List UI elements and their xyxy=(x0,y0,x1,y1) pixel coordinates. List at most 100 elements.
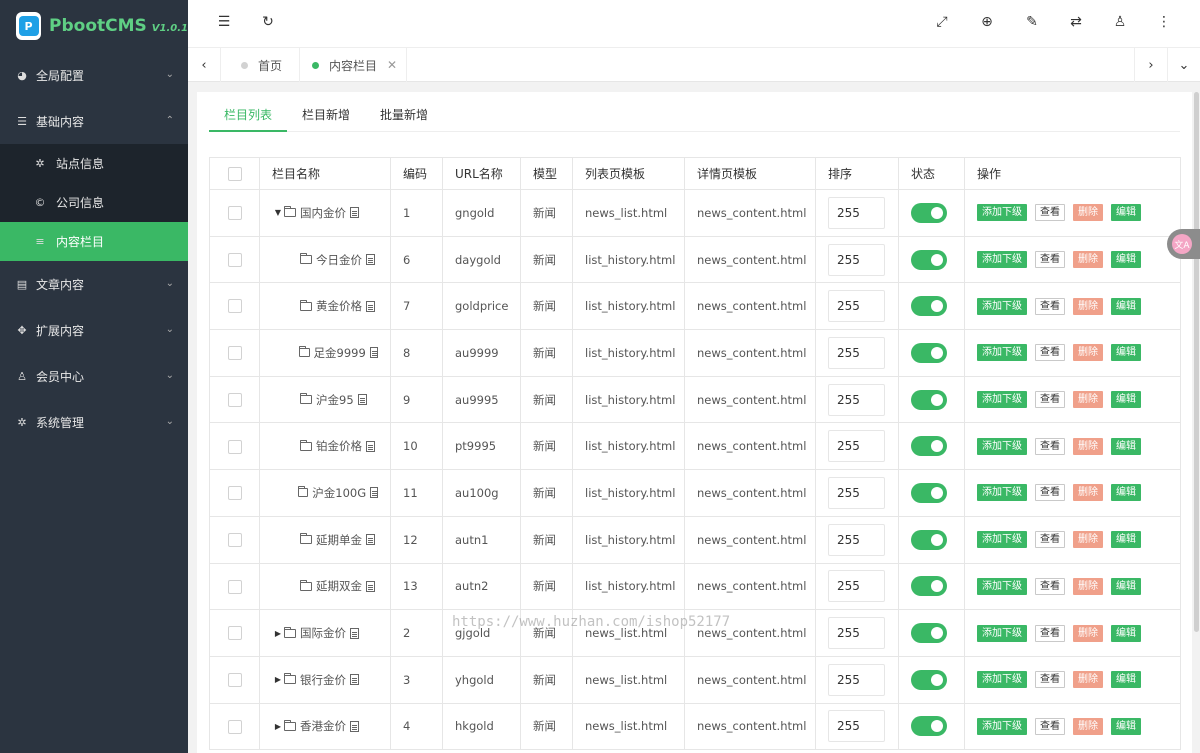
edit-button[interactable]: 编辑 xyxy=(1111,251,1141,269)
view-button[interactable]: 查看 xyxy=(1035,577,1065,595)
translate-float-button[interactable]: 文A xyxy=(1167,229,1200,259)
view-button[interactable]: 查看 xyxy=(1035,717,1065,735)
row-checkbox[interactable] xyxy=(227,439,242,454)
row-checkbox[interactable] xyxy=(227,392,242,407)
tab-column-list[interactable]: 栏目列表 xyxy=(209,92,287,132)
status-toggle[interactable] xyxy=(911,482,947,503)
row-checkbox[interactable] xyxy=(227,626,242,641)
delete-button[interactable]: 删除 xyxy=(1073,344,1103,362)
sort-input[interactable]: 255 xyxy=(828,663,885,696)
delete-button[interactable]: 删除 xyxy=(1073,484,1103,502)
delete-button[interactable]: 删除 xyxy=(1073,577,1103,595)
add-child-button[interactable]: 添加下级 xyxy=(977,624,1027,642)
row-checkbox[interactable] xyxy=(227,346,242,361)
status-toggle[interactable] xyxy=(911,669,947,690)
sort-input[interactable]: 255 xyxy=(828,196,885,229)
status-toggle[interactable] xyxy=(911,342,947,363)
user-icon[interactable]: ♙ xyxy=(1110,14,1130,30)
edit-button[interactable]: 编辑 xyxy=(1111,204,1141,222)
logo[interactable]: P PbootCMS V1.0.1 xyxy=(0,0,188,52)
more-icon[interactable]: ⋮ xyxy=(1154,14,1174,30)
status-toggle[interactable] xyxy=(911,436,947,457)
delete-button[interactable]: 删除 xyxy=(1073,717,1103,735)
page-scrollbar[interactable] xyxy=(1193,92,1200,632)
edit-button[interactable]: 编辑 xyxy=(1111,717,1141,735)
status-toggle[interactable] xyxy=(911,529,947,550)
caret-right-icon[interactable]: ▶ xyxy=(272,722,284,731)
scrollbar-thumb[interactable] xyxy=(1194,92,1199,632)
clear-cache-icon[interactable]: ✎ xyxy=(1022,14,1042,30)
tab-column-add[interactable]: 栏目新增 xyxy=(287,92,365,132)
edit-button[interactable]: 编辑 xyxy=(1111,344,1141,362)
status-toggle[interactable] xyxy=(911,202,947,223)
sidebar-item[interactable]: ✥ 扩展内容 ⌄ xyxy=(0,307,188,353)
status-toggle[interactable] xyxy=(911,716,947,737)
caret-right-icon[interactable]: ▶ xyxy=(272,629,284,638)
sidebar-item[interactable]: ◕ 全局配置 ⌄ xyxy=(0,52,188,98)
fullscreen-icon[interactable]: ⤢ xyxy=(932,14,952,30)
sidebar-item[interactable]: ✲ 系统管理 ⌄ xyxy=(0,399,188,445)
sort-input[interactable]: 255 xyxy=(828,430,885,463)
row-checkbox[interactable] xyxy=(227,672,242,687)
row-checkbox[interactable] xyxy=(227,579,242,594)
edit-button[interactable]: 编辑 xyxy=(1111,391,1141,409)
globe-icon[interactable]: ⊕ xyxy=(977,14,997,30)
tab-content-columns[interactable]: 内容栏目 ✕ xyxy=(300,48,407,82)
sort-input[interactable]: 255 xyxy=(828,383,885,416)
status-toggle[interactable] xyxy=(911,389,947,410)
add-child-button[interactable]: 添加下级 xyxy=(977,577,1027,595)
add-child-button[interactable]: 添加下级 xyxy=(977,531,1027,549)
edit-button[interactable]: 编辑 xyxy=(1111,671,1141,689)
edit-button[interactable]: 编辑 xyxy=(1111,484,1141,502)
add-child-button[interactable]: 添加下级 xyxy=(977,297,1027,315)
close-icon[interactable]: ✕ xyxy=(387,58,397,72)
add-child-button[interactable]: 添加下级 xyxy=(977,671,1027,689)
status-toggle[interactable] xyxy=(911,576,947,597)
view-button[interactable]: 查看 xyxy=(1035,437,1065,455)
add-child-button[interactable]: 添加下级 xyxy=(977,251,1027,269)
caret-down-icon[interactable]: ▼ xyxy=(272,208,284,217)
refresh-icon[interactable]: ↻ xyxy=(258,14,278,30)
delete-button[interactable]: 删除 xyxy=(1073,251,1103,269)
row-checkbox[interactable] xyxy=(227,252,242,267)
add-child-button[interactable]: 添加下级 xyxy=(977,204,1027,222)
delete-button[interactable]: 删除 xyxy=(1073,391,1103,409)
sort-input[interactable]: 255 xyxy=(828,290,885,323)
view-button[interactable]: 查看 xyxy=(1035,624,1065,642)
select-all-checkbox[interactable] xyxy=(227,166,242,181)
sort-input[interactable]: 255 xyxy=(828,336,885,369)
delete-button[interactable]: 删除 xyxy=(1073,437,1103,455)
view-button[interactable]: 查看 xyxy=(1035,671,1065,689)
edit-button[interactable]: 编辑 xyxy=(1111,437,1141,455)
tabs-prev-button[interactable]: ‹ xyxy=(188,48,221,82)
sidebar-subitem[interactable]: © 公司信息 xyxy=(0,183,188,222)
add-child-button[interactable]: 添加下级 xyxy=(977,717,1027,735)
tab-home[interactable]: 首页 xyxy=(221,48,300,82)
tab-batch-add[interactable]: 批量新增 xyxy=(365,92,443,132)
tabs-next-button[interactable]: › xyxy=(1134,48,1167,82)
row-checkbox[interactable] xyxy=(227,719,242,734)
row-checkbox[interactable] xyxy=(227,206,242,221)
status-toggle[interactable] xyxy=(911,623,947,644)
delete-button[interactable]: 删除 xyxy=(1073,204,1103,222)
sidebar-item[interactable]: ♙ 会员中心 ⌄ xyxy=(0,353,188,399)
translate-icon[interactable]: ⇄ xyxy=(1066,14,1086,30)
delete-button[interactable]: 删除 xyxy=(1073,297,1103,315)
view-button[interactable]: 查看 xyxy=(1035,204,1065,222)
view-button[interactable]: 查看 xyxy=(1035,391,1065,409)
menu-toggle-icon[interactable]: ☰ xyxy=(214,14,234,30)
view-button[interactable]: 查看 xyxy=(1035,484,1065,502)
add-child-button[interactable]: 添加下级 xyxy=(977,391,1027,409)
add-child-button[interactable]: 添加下级 xyxy=(977,484,1027,502)
row-checkbox[interactable] xyxy=(227,486,242,501)
sort-input[interactable]: 255 xyxy=(828,523,885,556)
delete-button[interactable]: 删除 xyxy=(1073,624,1103,642)
edit-button[interactable]: 编辑 xyxy=(1111,577,1141,595)
row-checkbox[interactable] xyxy=(227,299,242,314)
edit-button[interactable]: 编辑 xyxy=(1111,531,1141,549)
edit-button[interactable]: 编辑 xyxy=(1111,297,1141,315)
sidebar-item[interactable]: ▤ 文章内容 ⌄ xyxy=(0,261,188,307)
status-toggle[interactable] xyxy=(911,296,947,317)
row-checkbox[interactable] xyxy=(227,532,242,547)
edit-button[interactable]: 编辑 xyxy=(1111,624,1141,642)
